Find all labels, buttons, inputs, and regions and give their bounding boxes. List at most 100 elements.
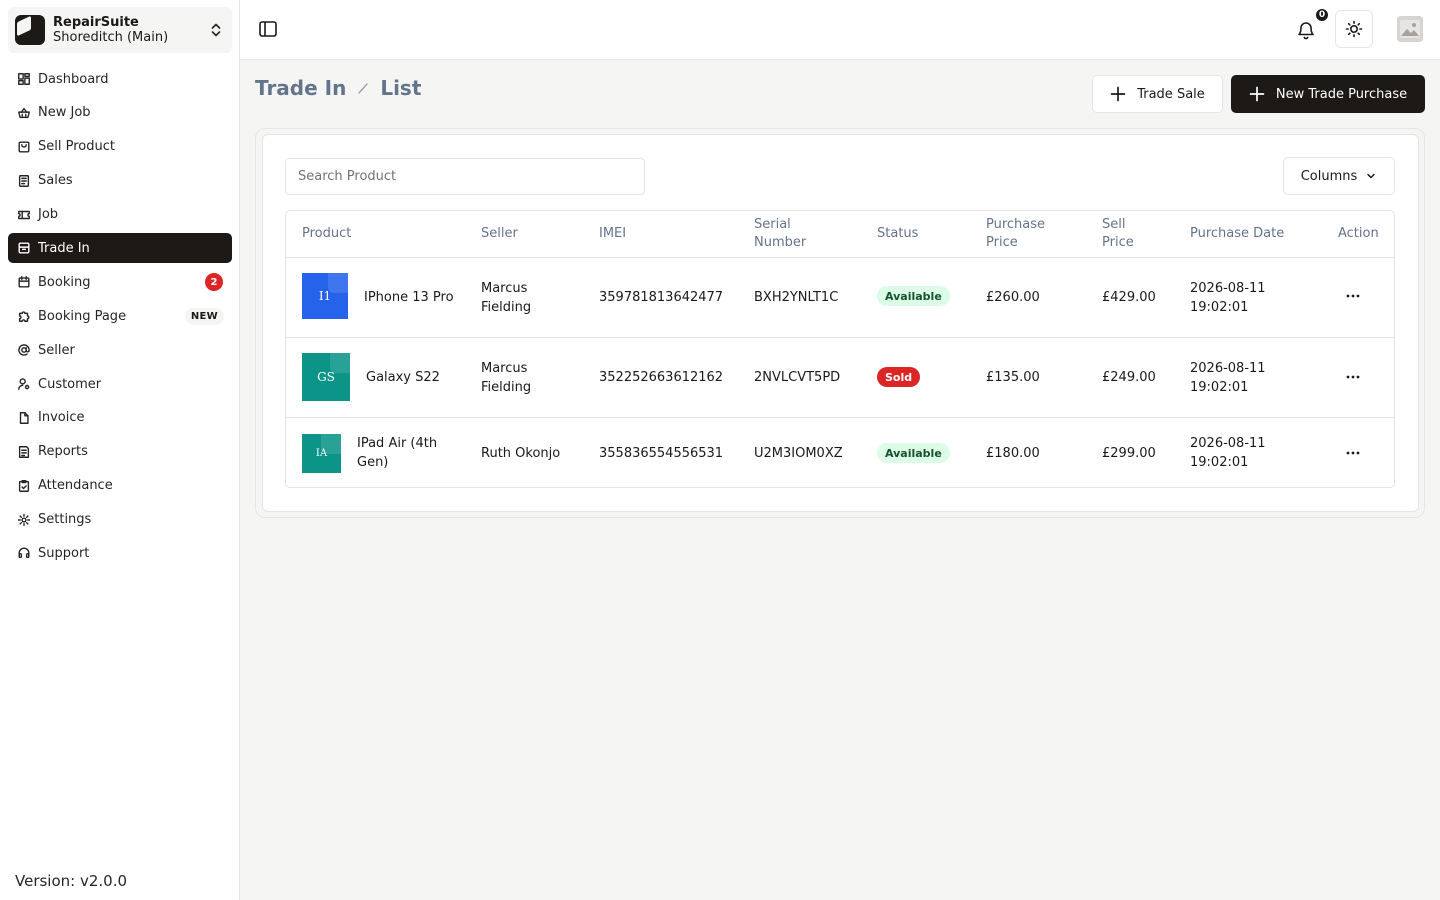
sidebar-item-new-job[interactable]: New Job (8, 98, 232, 128)
col-product[interactable]: Product (302, 211, 452, 257)
booking-count-badge: 2 (205, 273, 223, 292)
calendar-icon (16, 275, 31, 290)
dashboard-icon (16, 72, 31, 87)
purchase-date: 2026-08-11 19:02:01 (1190, 360, 1266, 395)
store-switcher[interactable]: RepairSuite Shoreditch (Main) (8, 7, 232, 53)
row-actions-button[interactable] (1341, 367, 1365, 387)
sidebar-item-support[interactable]: Support (8, 538, 232, 568)
col-sell-price[interactable]: Sell Price (1102, 211, 1152, 257)
report-icon (16, 444, 31, 459)
sidebar-item-sell-product[interactable]: Sell Product (8, 132, 232, 162)
search-input[interactable] (285, 158, 645, 195)
store-branch: Shoreditch (Main) (53, 30, 169, 45)
chevron-up-down-icon (211, 23, 221, 37)
purchase-price: £135.00 (986, 370, 1040, 385)
columns-label: Columns (1300, 168, 1358, 184)
imei: 359781813642477 (599, 290, 724, 305)
imei: 352252663612162 (599, 370, 724, 385)
sidebar-item-label: Booking (38, 274, 91, 290)
sell-price: £249.00 (1102, 370, 1156, 385)
new-trade-purchase-label: New Trade Purchase (1275, 86, 1408, 102)
sidebar-item-reports[interactable]: Reports (8, 437, 232, 467)
headset-icon (16, 546, 31, 561)
purchase-date: 2026-08-11 19:02:01 (1190, 280, 1266, 315)
new-tag: NEW (184, 308, 224, 326)
new-trade-purchase-button[interactable]: New Trade Purchase (1231, 75, 1425, 113)
user-cog-icon (16, 377, 31, 392)
sidebar-item-invoice[interactable]: Invoice (8, 403, 232, 433)
more-horizontal-icon (1346, 375, 1360, 379)
sidebar-item-label: Seller (38, 342, 75, 358)
sidebar-item-settings[interactable]: Settings (8, 505, 232, 535)
product-thumbnail: GS (302, 353, 350, 401)
sidebar-item-label: Sales (38, 173, 73, 189)
sidebar-item-trade-in[interactable]: Trade In (8, 233, 232, 264)
sidebar-item-attendance[interactable]: Attendance (8, 471, 232, 501)
sidebar-item-seller[interactable]: Seller (8, 335, 232, 365)
sidebar-item-label: Job (38, 207, 59, 223)
sidebar-toggle-icon[interactable] (258, 19, 278, 39)
sidebar-item-customer[interactable]: Customer (8, 369, 232, 399)
sidebar-item-job[interactable]: Job (8, 200, 232, 230)
seller-name: Ruth Okonjo (481, 445, 561, 461)
col-seller[interactable]: Seller (481, 211, 581, 257)
sidebar-item-sales[interactable]: Sales (8, 166, 232, 196)
col-status[interactable]: Status (877, 211, 957, 257)
status-badge: Available (877, 286, 950, 306)
col-purchase-price[interactable]: Purchase Price (986, 211, 1066, 257)
columns-button[interactable]: Columns (1283, 157, 1395, 195)
theme-toggle-button[interactable] (1335, 10, 1373, 48)
sidebar-nav: Dashboard New Job Sell Product Sales Job… (8, 64, 232, 572)
imei: 355836554556531 (599, 445, 724, 461)
top-bar: 0 (240, 0, 1440, 60)
serial-number: U2M3IOM0XZ (754, 445, 843, 461)
more-horizontal-icon (1346, 451, 1360, 455)
purchase-price: £260.00 (986, 290, 1040, 305)
archive-icon (16, 241, 31, 256)
table-row[interactable]: GS Galaxy S22 Marcus Fielding 3522526636… (286, 338, 1394, 418)
col-imei[interactable]: IMEI (599, 211, 729, 257)
breadcrumb-separator-icon (358, 83, 369, 94)
user-avatar[interactable] (1397, 16, 1423, 42)
image-placeholder-icon (1397, 16, 1423, 42)
sidebar-item-label: Trade In (38, 240, 90, 256)
sidebar-item-label: Settings (38, 512, 92, 528)
store-name: RepairSuite (53, 15, 139, 30)
purchase-date: 2026-08-11 19:02:01 (1190, 436, 1266, 470)
col-serial-number[interactable]: Serial Number (754, 211, 834, 257)
more-horizontal-icon (1346, 294, 1360, 298)
trade-sale-button[interactable]: Trade Sale (1092, 75, 1223, 113)
sidebar-item-label: Attendance (38, 478, 113, 494)
product-name: Galaxy S22 (366, 370, 440, 385)
file-icon (16, 410, 31, 425)
seller-name: Marcus Fielding (481, 280, 532, 315)
puzzle-icon (16, 309, 31, 324)
table-row[interactable]: I1 IPhone 13 Pro Marcus Fielding 3597818… (286, 258, 1394, 338)
sidebar-item-label: Reports (38, 444, 88, 460)
sidebar-item-label: Booking Page (38, 308, 127, 324)
breadcrumb-item-trade-in[interactable]: Trade In (255, 76, 346, 100)
sidebar-item-label: New Job (38, 105, 91, 121)
status-badge: Sold (877, 367, 921, 387)
bell-icon[interactable] (1296, 19, 1316, 41)
col-action: Action (1338, 226, 1379, 241)
plus-icon (1249, 86, 1265, 102)
row-actions-button[interactable] (1341, 286, 1365, 306)
ticket-icon (16, 207, 31, 222)
product-thumbnail: IA (302, 434, 341, 473)
row-actions-button[interactable] (1341, 443, 1365, 463)
col-purchase-date[interactable]: Purchase Date (1190, 211, 1320, 257)
sidebar-item-label: Sell Product (38, 139, 115, 155)
sell-price: £429.00 (1102, 290, 1156, 305)
sidebar: RepairSuite Shoreditch (Main) Dashboard … (0, 0, 240, 900)
serial-number: BXH2YNLT1C (754, 290, 839, 305)
breadcrumb-item-list: List (380, 76, 422, 100)
table-row[interactable]: IA IPad Air (4th Gen) Ruth Okonjo 355836… (286, 418, 1394, 487)
sidebar-item-booking[interactable]: Booking 2 (8, 267, 232, 297)
at-sign-icon (16, 343, 31, 358)
seller-name: Marcus Fielding (481, 360, 532, 395)
plus-icon (1110, 86, 1126, 102)
sidebar-item-dashboard[interactable]: Dashboard (8, 64, 232, 94)
sidebar-item-booking-page[interactable]: Booking Page NEW (8, 301, 232, 331)
sidebar-item-label: Dashboard (38, 71, 109, 87)
